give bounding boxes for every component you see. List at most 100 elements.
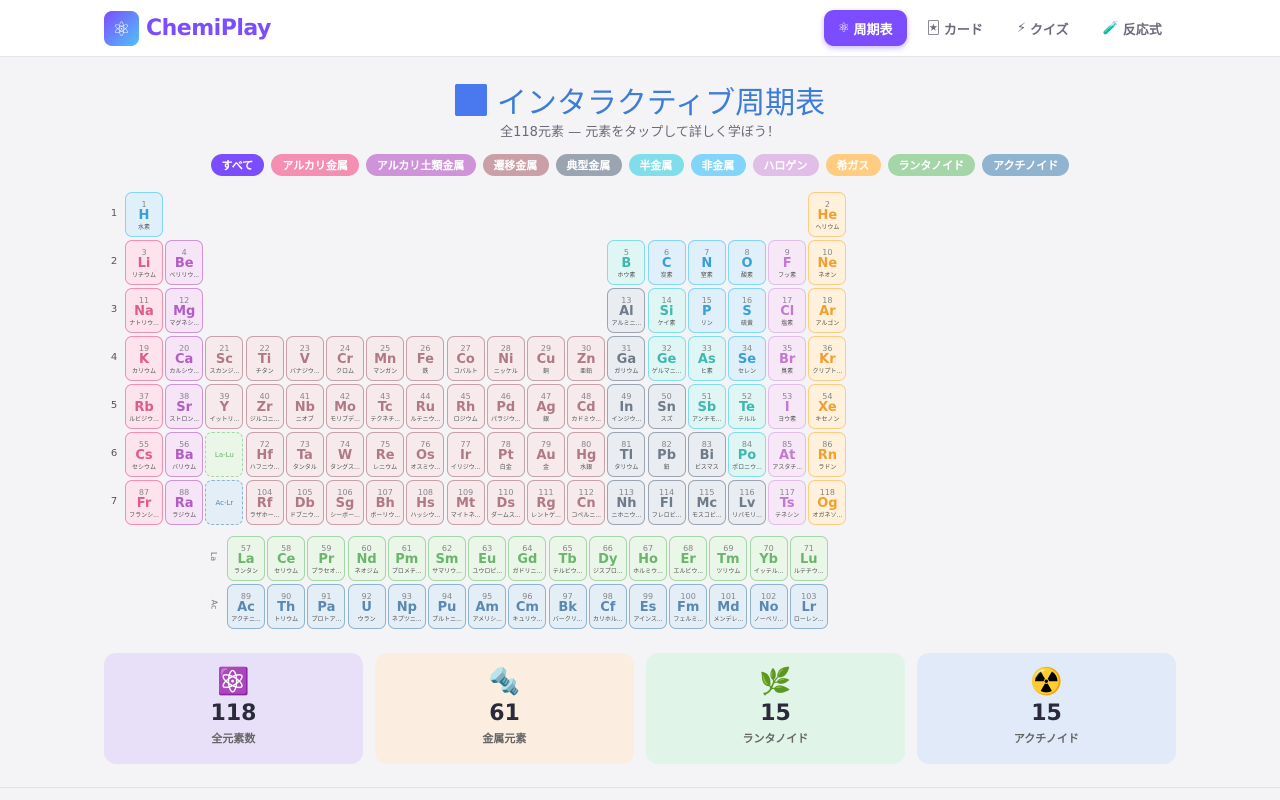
element-Pb[interactable]: 82 Pb 鉛 xyxy=(647,432,686,477)
filter-chip[interactable]: アルカリ土類金属 xyxy=(366,154,476,176)
element-N[interactable]: 7 N 窒素 xyxy=(687,240,726,285)
element-Ba[interactable]: 56 Ba バリウム xyxy=(165,432,204,477)
element-Fe[interactable]: 26 Fe 鉄 xyxy=(406,336,445,381)
nav-item-2[interactable]: 🃏 カード xyxy=(913,10,997,46)
filter-chip[interactable]: ランタノイド xyxy=(887,154,976,176)
element-Hg[interactable]: 80 Hg 水銀 xyxy=(567,432,606,477)
element-Lu[interactable]: 71 Lu ルテチウ... xyxy=(789,536,828,581)
element-Xe[interactable]: 54 Xe キセノン xyxy=(808,384,847,429)
element-Ge[interactable]: 32 Ge ゲルマニ... xyxy=(647,336,686,381)
element-Na[interactable]: 11 Na ナトリウ... xyxy=(125,288,163,333)
nav-item-3[interactable]: ⚡ クイズ xyxy=(1003,10,1083,46)
element-Cu[interactable]: 29 Cu 銅 xyxy=(527,336,565,381)
element-Tb[interactable]: 65 Tb テルビウ... xyxy=(548,536,587,581)
element-Bk[interactable]: 97 Bk バークリ... xyxy=(548,584,587,629)
element-Be[interactable]: 4 Be ベリリウ... xyxy=(165,240,204,285)
element-Cd[interactable]: 48 Cd カドミウ... xyxy=(567,384,606,429)
element-In[interactable]: 49 In インジウ... xyxy=(607,384,646,429)
element-Cn[interactable]: 112 Cn コペルニ... xyxy=(567,480,606,525)
filter-chip[interactable]: 非金属 xyxy=(690,154,746,176)
element-Np[interactable]: 93 Np ネプツニ... xyxy=(387,584,426,629)
element-Ce[interactable]: 58 Ce セリウム xyxy=(267,536,306,581)
element-No[interactable]: 102 No ノーベリ... xyxy=(749,584,788,629)
brand[interactable]: ⚛ ChemiPlay xyxy=(104,11,271,46)
element-Ga[interactable]: 31 Ga ガリウム xyxy=(607,336,646,381)
element-Mt[interactable]: 109 Mt マイトネ... xyxy=(446,480,485,525)
element-Cl[interactable]: 17 Cl 塩素 xyxy=(768,288,807,333)
element-Hf[interactable]: 72 Hf ハフニウ... xyxy=(245,432,284,477)
element-Au[interactable]: 79 Au 金 xyxy=(527,432,565,477)
element-Te[interactable]: 52 Te テルル xyxy=(728,384,766,429)
element-Es[interactable]: 99 Es アインス... xyxy=(629,584,667,629)
element-Mg[interactable]: 12 Mg マグネシ... xyxy=(165,288,204,333)
element-Kr[interactable]: 36 Kr クリプト... xyxy=(808,336,847,381)
element-Y[interactable]: 39 Y イットリ... xyxy=(205,384,244,429)
element-Tl[interactable]: 81 Tl タリウム xyxy=(607,432,646,477)
element-K[interactable]: 19 K カリウム xyxy=(125,336,163,381)
element-Sg[interactable]: 106 Sg シーボー... xyxy=(326,480,364,525)
element-Si[interactable]: 14 Si ケイ素 xyxy=(647,288,686,333)
element-Zr[interactable]: 40 Zr ジルコニ... xyxy=(245,384,284,429)
element-Cs[interactable]: 55 Cs セシウム xyxy=(125,432,163,477)
element-O[interactable]: 8 O 酸素 xyxy=(728,240,766,285)
element-Ts[interactable]: 117 Ts テネシン xyxy=(768,480,807,525)
element-Fm[interactable]: 100 Fm フェルミ... xyxy=(669,584,708,629)
element-P[interactable]: 15 P リン xyxy=(687,288,726,333)
element-I[interactable]: 53 I ヨウ素 xyxy=(768,384,807,429)
filter-chip[interactable]: 典型金属 xyxy=(555,154,622,176)
element-Pd[interactable]: 46 Pd パラジウ... xyxy=(486,384,525,429)
element-Mn[interactable]: 25 Mn マンガン xyxy=(366,336,405,381)
element-Ra[interactable]: 88 Ra ラジウム xyxy=(165,480,204,525)
element-Mo[interactable]: 42 Mo モリブデ... xyxy=(326,384,364,429)
element-Bh[interactable]: 107 Bh ボーリウ... xyxy=(366,480,405,525)
element-Am[interactable]: 95 Am アメリシ... xyxy=(468,584,507,629)
element-Bi[interactable]: 83 Bi ビスマス xyxy=(687,432,726,477)
nav-item-4[interactable]: 🧪 反応式 xyxy=(1089,10,1176,46)
element-Og[interactable]: 118 Og オガネソ... xyxy=(808,480,847,525)
element-Rn[interactable]: 86 Rn ラドン xyxy=(808,432,847,477)
element-W[interactable]: 74 W タングス... xyxy=(326,432,364,477)
element-Ti[interactable]: 22 Ti チタン xyxy=(245,336,284,381)
element-Pm[interactable]: 61 Pm プロメチ... xyxy=(387,536,426,581)
element-Ag[interactable]: 47 Ag 銀 xyxy=(527,384,565,429)
element-Ho[interactable]: 67 Ho ホルミウ... xyxy=(629,536,667,581)
filter-chip[interactable]: アクチノイド xyxy=(982,154,1070,176)
element-Ar[interactable]: 18 Ar アルゴン xyxy=(808,288,847,333)
element-Ta[interactable]: 73 Ta タンタル xyxy=(285,432,324,477)
element-He[interactable]: 2 He ヘリウム xyxy=(808,192,847,237)
filter-chip[interactable]: すべて xyxy=(210,154,265,176)
element-As[interactable]: 33 As ヒ素 xyxy=(687,336,726,381)
element-Se[interactable]: 34 Se セレン xyxy=(728,336,766,381)
element-Li[interactable]: 3 Li リチウム xyxy=(125,240,163,285)
element-La[interactable]: 57 La ランタン xyxy=(227,536,265,581)
element-Db[interactable]: 105 Db ドブニウ... xyxy=(285,480,324,525)
element-Cr[interactable]: 24 Cr クロム xyxy=(326,336,364,381)
element-Tc[interactable]: 43 Tc テクネチ... xyxy=(366,384,405,429)
element-Dy[interactable]: 66 Dy ジスプロ... xyxy=(588,536,627,581)
element-Os[interactable]: 76 Os オスミウ... xyxy=(406,432,445,477)
element-Ir[interactable]: 77 Ir イリジウ... xyxy=(446,432,485,477)
element-F[interactable]: 9 F フッ素 xyxy=(768,240,807,285)
element-Pa[interactable]: 91 Pa プロトア... xyxy=(307,584,346,629)
element-Pt[interactable]: 78 Pt 白金 xyxy=(486,432,525,477)
element-H[interactable]: 1 H 水素 xyxy=(125,192,163,237)
element-Mc[interactable]: 115 Mc モスコビ... xyxy=(687,480,726,525)
element-Rg[interactable]: 111 Rg レントゲ... xyxy=(527,480,565,525)
element-B[interactable]: 5 B ホウ素 xyxy=(607,240,646,285)
element-Lr[interactable]: 103 Lr ローレン... xyxy=(789,584,828,629)
element-U[interactable]: 92 U ウラン xyxy=(347,584,386,629)
filter-chip[interactable]: アルカリ金属 xyxy=(271,154,359,176)
element-Yb[interactable]: 70 Yb イッテル... xyxy=(749,536,788,581)
element-Rf[interactable]: 104 Rf ラザホー... xyxy=(245,480,284,525)
element-Nd[interactable]: 60 Nd ネオジム xyxy=(347,536,386,581)
element-Po[interactable]: 84 Po ポロニウ... xyxy=(728,432,766,477)
element-Fl[interactable]: 114 Fl フレロビ... xyxy=(647,480,686,525)
element-Sm[interactable]: 62 Sm サマリウ... xyxy=(428,536,466,581)
element-Hs[interactable]: 108 Hs ハッシウ... xyxy=(406,480,445,525)
element-Re[interactable]: 75 Re レニウム xyxy=(366,432,405,477)
element-Sr[interactable]: 38 Sr ストロン... xyxy=(165,384,204,429)
element-Cf[interactable]: 98 Cf カリホル... xyxy=(588,584,627,629)
element-Cm[interactable]: 96 Cm キュリウ... xyxy=(508,584,547,629)
element-Pr[interactable]: 59 Pr プラセオ... xyxy=(307,536,346,581)
element-Md[interactable]: 101 Md メンデレ... xyxy=(709,584,748,629)
